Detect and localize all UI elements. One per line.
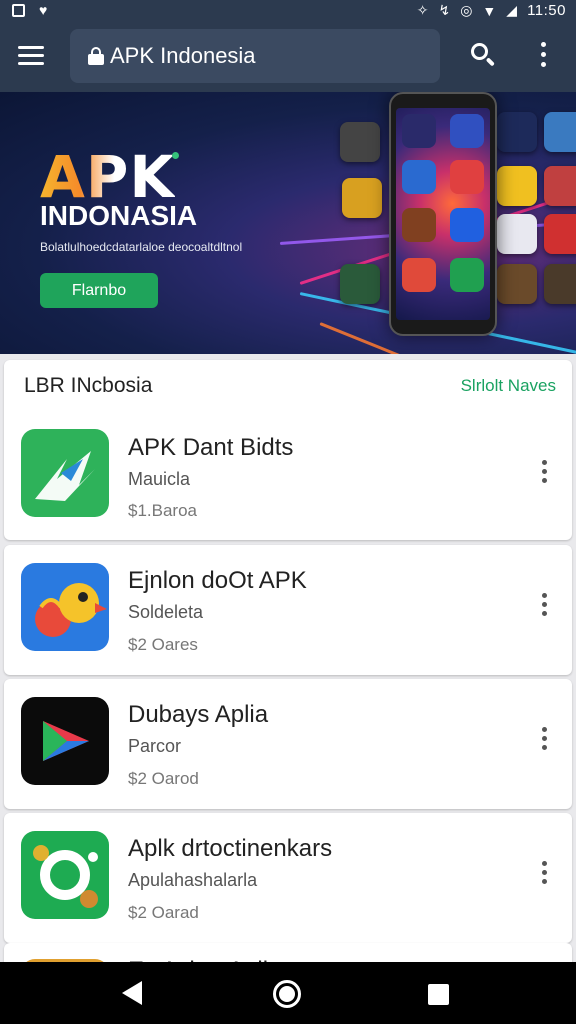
apk-arrow-icon (21, 429, 109, 517)
app-subtitle: Mauicla (128, 469, 191, 489)
brand-title: APK (40, 143, 176, 211)
promo-banner[interactable]: APK INDONASIA Bolatlulhoedcdatarlaloe de… (0, 92, 576, 354)
app-tile-icon (544, 264, 576, 304)
list-item[interactable]: Dubays Aplia Parcor $2 Oarod (4, 679, 572, 809)
recent-apps-icon[interactable] (428, 984, 449, 1005)
list-item[interactable]: Aplk drtoctinenkars Apulahashalarla $2 O… (4, 813, 572, 943)
home-icon[interactable] (273, 980, 301, 1008)
system-nav-bar (0, 962, 576, 1024)
vibrate-icon: ↯ (438, 2, 451, 18)
search-icon[interactable] (470, 42, 496, 68)
brand-dot (172, 152, 179, 159)
app-meta: $1.Baroa (128, 501, 197, 520)
app-tile-icon (340, 264, 380, 304)
app-title: Aplk drtoctinenkars (128, 835, 333, 862)
app-subtitle: Soldeleta (128, 602, 204, 622)
app-subtitle: Apulahashalarla (128, 870, 258, 890)
overflow-menu-icon[interactable] (538, 593, 552, 619)
brand-subtitle: INDONASIA (40, 200, 198, 231)
wifi-icon: ▼ (482, 2, 497, 19)
gear-pins-icon (21, 831, 109, 919)
address-bar[interactable]: APK Indonesia (70, 29, 440, 83)
overflow-menu-icon[interactable] (538, 727, 552, 753)
app-tile-icon (497, 264, 537, 304)
app-meta: $2 Oares (128, 635, 198, 654)
notification-icon (12, 4, 25, 17)
address-text: APK Indonesia (110, 43, 256, 68)
heart-icon: ♥ (39, 2, 48, 18)
app-tile-icon (497, 166, 537, 206)
status-bar: ♥ ✧ ↯ ◎ ▼ ◢ 11:50 (0, 0, 576, 22)
phone-illustration (389, 92, 497, 336)
app-title: Ejnlon doOt APK (128, 567, 307, 594)
parrot-icon (21, 563, 109, 651)
list-item[interactable]: Ejnlon doOt APK Soldeleta $2 Oares (4, 545, 572, 675)
banner-cta-button[interactable]: Flarnbo (40, 273, 158, 308)
list-header: LBR INcbosia (24, 374, 153, 397)
app-list-card: LBR INcbosia Slrlolt Naves APK Dant Bidt… (4, 360, 572, 540)
app-meta: $2 Oarad (128, 903, 199, 922)
overflow-menu-icon[interactable] (538, 460, 552, 486)
app-title: Dubays Aplia (128, 701, 269, 728)
back-icon[interactable] (122, 981, 142, 1005)
cast-icon: ✧ (416, 2, 429, 18)
app-subtitle: Parcor (128, 736, 182, 756)
app-tile-icon (544, 214, 576, 254)
list-header-link[interactable]: Slrlolt Naves (461, 376, 556, 396)
app-meta: $2 Oarod (128, 769, 199, 788)
overflow-menu-icon[interactable] (538, 40, 548, 70)
app-tile-icon (544, 166, 576, 206)
app-tile-icon (544, 112, 576, 152)
browser-toolbar: APK Indonesia (0, 22, 576, 92)
signal-icon: ◢ (506, 2, 518, 18)
status-time: 11:50 (527, 2, 566, 19)
menu-icon[interactable] (18, 44, 44, 66)
data-saver-icon: ◎ (460, 2, 473, 18)
overflow-menu-icon[interactable] (538, 861, 552, 887)
app-title: APK Dant Bidts (128, 434, 294, 461)
lock-icon (88, 47, 104, 65)
brand-tagline: Bolatlulhoedcdatarlaloe deocoaltdltnol (40, 240, 243, 254)
app-tile-icon (340, 122, 380, 162)
app-tile-icon (497, 112, 537, 152)
app-tile-icon (497, 214, 537, 254)
app-tile-icon (342, 178, 382, 218)
brand-logo: APK INDONASIA Bolatlulhoedcdatarlaloe de… (40, 143, 242, 254)
play-triangle-icon (21, 697, 109, 785)
